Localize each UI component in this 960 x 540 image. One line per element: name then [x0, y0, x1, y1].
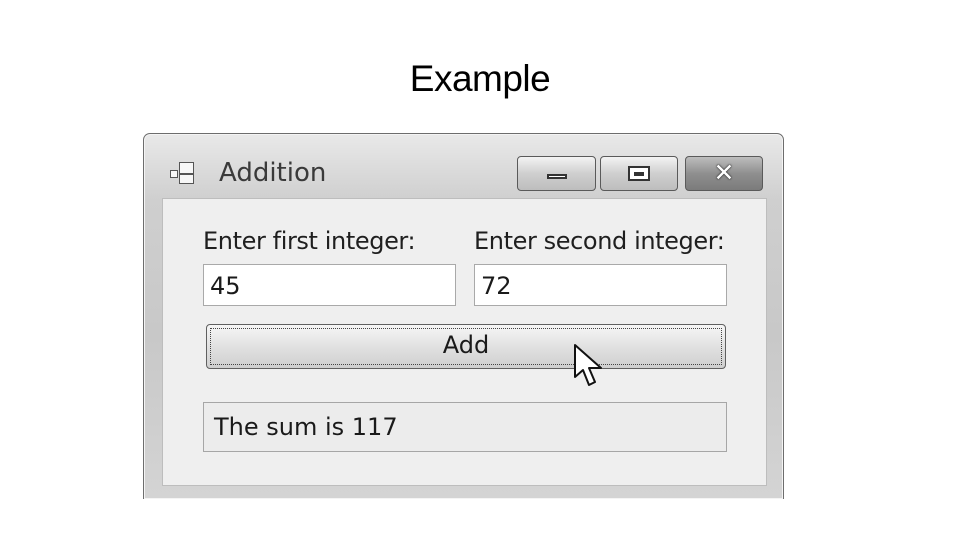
mouse-pointer-icon — [574, 344, 602, 386]
close-button[interactable]: ✕ — [685, 156, 763, 191]
minimize-icon — [547, 174, 567, 179]
add-button-label: Add — [442, 331, 490, 359]
second-integer-input[interactable]: 72 — [474, 264, 727, 306]
addition-window: Addition ✕ Enter first integer: Enter se… — [143, 133, 784, 499]
app-icon[interactable] — [170, 162, 196, 184]
minimize-button[interactable] — [517, 156, 596, 191]
maximize-icon — [628, 166, 650, 181]
add-button[interactable]: Add — [206, 324, 726, 369]
slide-title: Example — [409, 58, 551, 99]
close-icon: ✕ — [713, 158, 735, 187]
maximize-button[interactable] — [600, 156, 678, 191]
window-title: Addition — [219, 158, 327, 188]
client-area: Enter first integer: Enter second intege… — [162, 198, 767, 486]
second-integer-label: Enter second integer: — [474, 227, 725, 255]
first-integer-input[interactable]: 45 — [203, 264, 456, 306]
first-integer-label: Enter first integer: — [203, 227, 416, 255]
sum-result-label: The sum is 117 — [203, 402, 727, 452]
title-bar[interactable]: Addition ✕ — [144, 134, 783, 198]
